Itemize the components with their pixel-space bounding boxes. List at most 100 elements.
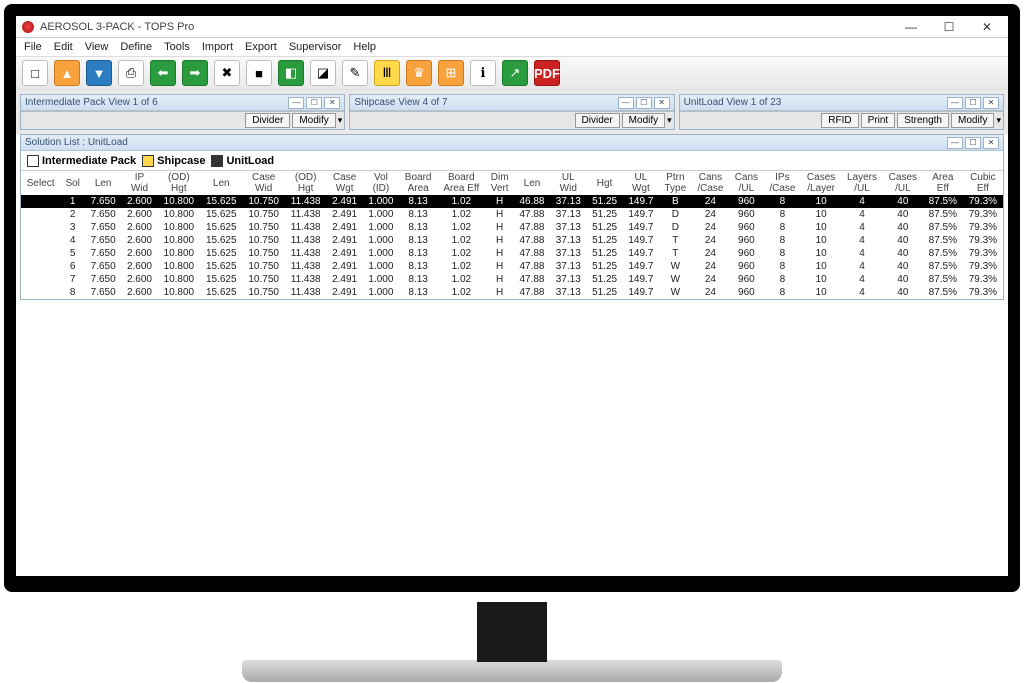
col-header[interactable]: UL Wgt xyxy=(623,171,659,195)
menu-define[interactable]: Define xyxy=(120,41,152,53)
footer-btn-modify[interactable]: Modify xyxy=(951,113,994,128)
col-header[interactable]: Cases /UL xyxy=(883,171,923,195)
col-header[interactable]: IPs /Case xyxy=(764,171,802,195)
pane-max-icon[interactable]: ☐ xyxy=(636,97,652,109)
pane-shipcase: Shipcase View 4 of 7 —☐✕ 10.750 (OD) 15.… xyxy=(349,94,674,130)
edit-icon[interactable]: ✎ xyxy=(342,60,368,86)
col-header[interactable]: Vol (ID) xyxy=(363,171,399,195)
col-header[interactable]: Case Wgt xyxy=(326,171,362,195)
col-header[interactable]: Ptrn Type xyxy=(659,171,692,195)
col-header[interactable]: Case Wid xyxy=(242,171,284,195)
object-icon[interactable]: ■ xyxy=(246,60,272,86)
menu-tools[interactable]: Tools xyxy=(164,41,190,53)
save-file-icon[interactable]: ▼ xyxy=(86,60,112,86)
footer-btn-divider[interactable]: Divider xyxy=(245,113,290,128)
table-row[interactable]: 77.6502.60010.80015.62510.75011.4382.491… xyxy=(21,273,1003,286)
col-header[interactable]: Board Area Eff xyxy=(437,171,485,195)
col-header[interactable]: Board Area xyxy=(399,171,437,195)
pane-footer-intermediate: DividerModify▾ xyxy=(21,111,344,129)
pdf-icon[interactable]: PDF xyxy=(534,60,560,86)
arrange-icon[interactable]: ◪ xyxy=(310,60,336,86)
menu-export[interactable]: Export xyxy=(245,41,277,53)
crown-icon[interactable]: ♛ xyxy=(406,60,432,86)
tab-unitload[interactable]: UnitLoad xyxy=(211,155,274,167)
pallet-icon[interactable]: ◧ xyxy=(278,60,304,86)
pane-intermediate: Intermediate Pack View 1 of 6 —☐✕ 2.600 … xyxy=(20,94,345,130)
col-header[interactable]: UL Wid xyxy=(550,171,586,195)
footer-btn-strength[interactable]: Strength xyxy=(897,113,949,128)
chart-icon[interactable]: ↗ xyxy=(502,60,528,86)
table-row[interactable]: 27.6502.60010.80015.62510.75011.4382.491… xyxy=(21,208,1003,221)
workarea: Intermediate Pack View 1 of 6 —☐✕ 2.600 … xyxy=(16,90,1008,134)
pane-close-icon[interactable]: ✕ xyxy=(983,137,999,149)
new-file-icon[interactable]: □ xyxy=(22,60,48,86)
pane-title-intermediate: Intermediate Pack View 1 of 6 xyxy=(25,97,288,108)
close-button[interactable]: ✕ xyxy=(970,20,1004,34)
grid-icon[interactable]: ⊞ xyxy=(438,60,464,86)
footer-dropdown-icon[interactable]: ▾ xyxy=(996,115,1001,126)
table-row[interactable]: 67.6502.60010.80015.62510.75011.4382.491… xyxy=(21,260,1003,273)
col-header[interactable]: (OD) Hgt xyxy=(285,171,327,195)
col-header[interactable]: (OD) Hgt xyxy=(158,171,200,195)
table-row[interactable]: 57.6502.60010.80015.62510.75011.4382.491… xyxy=(21,247,1003,260)
footer-dropdown-icon[interactable]: ▾ xyxy=(338,115,343,126)
pane-min-icon[interactable]: — xyxy=(618,97,634,109)
solution-tabs: Intermediate Pack Shipcase UnitLoad xyxy=(21,151,1003,171)
tab-intermediate-pack[interactable]: Intermediate Pack xyxy=(27,155,136,167)
table-row[interactable]: 87.6502.60010.80015.62510.75011.4382.491… xyxy=(21,286,1003,299)
arrow-fwd-icon[interactable]: ➡ xyxy=(182,60,208,86)
pane-max-icon[interactable]: ☐ xyxy=(965,97,981,109)
maximize-button[interactable]: ☐ xyxy=(932,20,966,34)
monitor-stand xyxy=(242,660,782,682)
col-header[interactable]: Sol xyxy=(60,171,85,195)
col-header[interactable]: Len xyxy=(200,171,242,195)
col-header[interactable]: Dim Vert xyxy=(486,171,514,195)
pane-close-icon[interactable]: ✕ xyxy=(983,97,999,109)
table-row[interactable]: 37.6502.60010.80015.62510.75011.4382.491… xyxy=(21,221,1003,234)
minimize-button[interactable]: — xyxy=(894,20,928,34)
col-header[interactable]: Cases /Layer xyxy=(801,171,841,195)
table-row[interactable]: 47.6502.60010.80015.62510.75011.4382.491… xyxy=(21,234,1003,247)
solution-table[interactable]: SelectSolLenIP Wid(OD) HgtLenCase Wid(OD… xyxy=(21,171,1003,299)
col-header[interactable]: Hgt xyxy=(586,171,622,195)
footer-btn-print[interactable]: Print xyxy=(861,113,896,128)
col-header[interactable]: Cans /UL xyxy=(729,171,763,195)
table-row[interactable]: 17.6502.60010.80015.62510.75011.4382.491… xyxy=(21,195,1003,208)
casy-icon[interactable]: Ⅲ xyxy=(374,60,400,86)
footer-btn-modify[interactable]: Modify xyxy=(292,113,335,128)
col-header[interactable]: Cans /Case xyxy=(692,171,730,195)
tab-shipcase[interactable]: Shipcase xyxy=(142,155,205,167)
col-header[interactable]: Select xyxy=(21,171,60,195)
footer-btn-modify[interactable]: Modify xyxy=(622,113,665,128)
footer-btn-divider[interactable]: Divider xyxy=(575,113,620,128)
pane-min-icon[interactable]: — xyxy=(288,97,304,109)
footer-dropdown-icon[interactable]: ▾ xyxy=(667,115,672,126)
pane-unitload: UnitLoad View 1 of 23 —☐✕ xyxy=(679,94,1004,130)
pane-max-icon[interactable]: ☐ xyxy=(306,97,322,109)
pane-min-icon[interactable]: — xyxy=(947,97,963,109)
print-icon[interactable]: ⎙ xyxy=(118,60,144,86)
pane-max-icon[interactable]: ☐ xyxy=(965,137,981,149)
pane-min-icon[interactable]: — xyxy=(947,137,963,149)
pane-title-unitload: UnitLoad View 1 of 23 xyxy=(684,97,947,108)
col-header[interactable]: Cubic Eff xyxy=(963,171,1003,195)
col-header[interactable]: Len xyxy=(514,171,550,195)
menu-file[interactable]: File xyxy=(24,41,42,53)
menu-edit[interactable]: Edit xyxy=(54,41,73,53)
info-icon[interactable]: ℹ xyxy=(470,60,496,86)
delete-icon[interactable]: ✖ xyxy=(214,60,240,86)
pane-close-icon[interactable]: ✕ xyxy=(654,97,670,109)
arrow-back-icon[interactable]: ⬅ xyxy=(150,60,176,86)
menu-import[interactable]: Import xyxy=(202,41,233,53)
menu-supervisor[interactable]: Supervisor xyxy=(289,41,342,53)
col-header[interactable]: Area Eff xyxy=(923,171,963,195)
footer-btn-rfid[interactable]: RFID xyxy=(821,113,858,128)
col-header[interactable]: Layers /UL xyxy=(841,171,883,195)
col-header[interactable]: Len xyxy=(85,171,121,195)
col-header[interactable]: IP Wid xyxy=(121,171,157,195)
menu-help[interactable]: Help xyxy=(353,41,376,53)
open-file-icon[interactable]: ▲ xyxy=(54,60,80,86)
solution-list-pane: Solution List : UnitLoad —☐✕ Intermediat… xyxy=(20,134,1004,300)
pane-close-icon[interactable]: ✕ xyxy=(324,97,340,109)
menu-view[interactable]: View xyxy=(85,41,109,53)
